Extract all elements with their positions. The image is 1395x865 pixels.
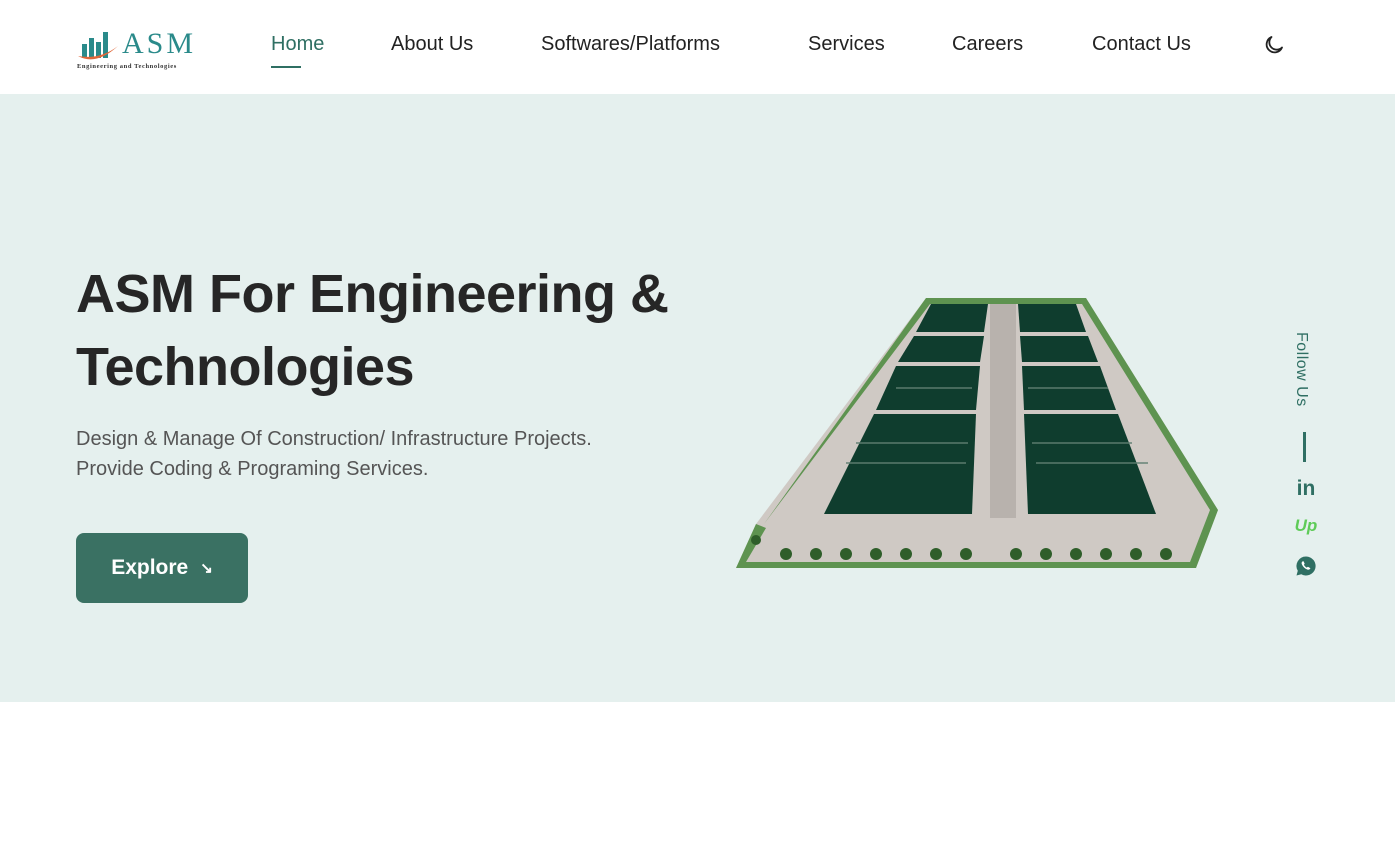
follow-us-label: Follow Us bbox=[1293, 332, 1310, 407]
hero-title-line-1: ASM For Engineering & bbox=[76, 264, 669, 324]
nav-active-underline bbox=[271, 66, 301, 68]
hero-title: ASM For Engineering & Technologies bbox=[76, 258, 736, 404]
hero-section: ASM For Engineering & Technologies Desig… bbox=[0, 94, 1395, 702]
hero-description: Design & Manage Of Construction/ Infrast… bbox=[76, 424, 716, 484]
upwork-icon[interactable]: Up bbox=[1294, 514, 1318, 538]
nav-item-home[interactable]: Home bbox=[271, 30, 324, 58]
whatsapp-icon[interactable] bbox=[1294, 554, 1318, 578]
nav-item-careers[interactable]: Careers bbox=[952, 30, 1023, 58]
site-header: ASM Engineering and Technologies Home Ab… bbox=[0, 0, 1395, 94]
moon-icon[interactable] bbox=[1262, 33, 1286, 57]
explore-button-label: Explore bbox=[111, 556, 189, 579]
follow-divider bbox=[1303, 432, 1306, 462]
main-nav: Home About Us Softwares/Platforms Servic… bbox=[0, 0, 1395, 94]
explore-button[interactable]: Explore ↘ bbox=[76, 533, 248, 603]
nav-item-softwares-platforms[interactable]: Softwares/Platforms bbox=[541, 30, 720, 58]
nav-item-services[interactable]: Services bbox=[808, 30, 885, 58]
hero-description-line-2: Provide Coding & Programing Services. bbox=[76, 458, 429, 480]
hero-description-line-1: Design & Manage Of Construction/ Infrast… bbox=[76, 428, 592, 450]
hero-title-line-2: Technologies bbox=[76, 337, 415, 397]
linkedin-icon[interactable]: in bbox=[1294, 477, 1318, 501]
follow-us-panel: Follow Us in Up bbox=[1290, 332, 1320, 592]
arrow-down-right-icon: ↘ bbox=[200, 560, 213, 577]
industrial-complex-render-image bbox=[736, 298, 1218, 568]
nav-item-contact-us[interactable]: Contact Us bbox=[1092, 30, 1191, 58]
nav-item-about-us[interactable]: About Us bbox=[391, 30, 473, 58]
